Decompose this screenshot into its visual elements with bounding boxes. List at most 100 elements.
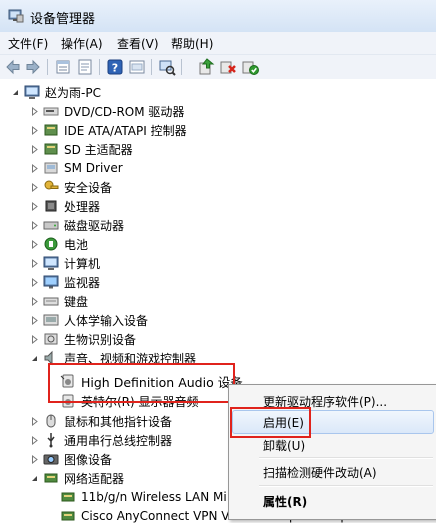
tree-item-label: 监视器 xyxy=(64,275,101,290)
expand-arrow-icon[interactable] xyxy=(30,334,39,344)
collapse-arrow-icon[interactable] xyxy=(30,354,39,363)
expand-arrow-icon[interactable] xyxy=(30,182,39,192)
menu-separator xyxy=(259,457,433,459)
expand-arrow-icon[interactable] xyxy=(30,454,39,464)
mouse-icon xyxy=(46,414,56,428)
tree-item-label: SM Driver xyxy=(64,161,123,175)
menu-bar: 文件(F) 操作(A) 查看(V) 帮助(H) xyxy=(0,32,436,54)
tree-item-network[interactable]: 网络适配器 xyxy=(30,469,124,487)
toolbar-separator xyxy=(181,59,182,75)
tree-item-label: 网络适配器 xyxy=(64,471,125,486)
view-icon[interactable] xyxy=(54,58,72,76)
expand-arrow-icon[interactable] xyxy=(30,201,39,211)
expand-arrow-icon[interactable] xyxy=(30,125,39,135)
tree-item-label: 键盘 xyxy=(64,294,89,309)
tree-item-biometric[interactable]: 生物识别设备 xyxy=(30,330,136,348)
expand-arrow-icon[interactable] xyxy=(30,106,39,116)
toolbar: ? xyxy=(0,54,436,80)
tree-root[interactable]: 赵为雨-PC xyxy=(11,83,101,101)
expand-arrow-icon[interactable] xyxy=(30,163,39,173)
show-hidden-icon[interactable] xyxy=(128,58,146,76)
hid-icon xyxy=(43,314,59,326)
tree-item-battery[interactable]: 电池 xyxy=(30,235,88,253)
tree-item-label: 生物识别设备 xyxy=(64,332,137,347)
menu-help[interactable]: 帮助(H) xyxy=(171,35,213,52)
forward-icon[interactable] xyxy=(24,58,42,76)
tree-item-dvd[interactable]: DVD/CD-ROM 驱动器 xyxy=(30,102,184,120)
tree-item-security[interactable]: 安全设备 xyxy=(30,178,112,196)
menu-item-scan[interactable]: 扫描检测硬件改动(A) xyxy=(263,464,377,481)
dvd-icon xyxy=(43,107,59,116)
tree-item-mouse[interactable]: 鼠标和其他指针设备 xyxy=(30,412,172,430)
tree-item-label: DVD/CD-ROM 驱动器 xyxy=(64,104,185,119)
biometric-icon xyxy=(44,333,58,345)
toolbar-separator xyxy=(99,59,100,75)
tree-item-sm-driver[interactable]: SM Driver xyxy=(30,159,123,177)
expand-arrow-icon[interactable] xyxy=(30,435,39,445)
menu-action[interactable]: 操作(A) xyxy=(61,35,103,52)
tree-item-usb[interactable]: 通用串行总线控制器 xyxy=(30,431,172,449)
tree-item-label: 处理器 xyxy=(64,199,101,214)
collapse-arrow-icon[interactable] xyxy=(11,88,20,97)
tree-item-ide[interactable]: IDE ATA/ATAPI 控制器 xyxy=(30,121,187,139)
svg-text:?: ? xyxy=(112,62,118,75)
expand-arrow-icon[interactable] xyxy=(30,144,39,154)
ide-icon xyxy=(44,124,58,136)
title-bar: 设备管理器 xyxy=(0,0,436,32)
menu-file[interactable]: 文件(F) xyxy=(8,35,48,52)
scan-icon[interactable] xyxy=(158,58,176,76)
tree-item-label: SD 主适配器 xyxy=(64,142,133,157)
highlight-box-hd-audio xyxy=(48,363,235,403)
tree-item-computer[interactable]: 计算机 xyxy=(30,254,100,272)
update-driver-icon[interactable] xyxy=(197,58,215,76)
camera-icon xyxy=(43,454,59,465)
cpu-icon xyxy=(45,200,57,212)
help-icon[interactable]: ? xyxy=(106,58,124,76)
menu-item-properties[interactable]: 属性(R) xyxy=(263,493,307,510)
disk-icon xyxy=(43,221,59,230)
tree-item-cpu[interactable]: 处理器 xyxy=(30,197,100,215)
expand-arrow-icon[interactable] xyxy=(30,258,39,268)
tree-item-label: 图像设备 xyxy=(64,452,113,467)
expand-arrow-icon[interactable] xyxy=(30,220,39,230)
tree-item-label: 人体学输入设备 xyxy=(64,313,149,328)
tree-item-sd[interactable]: SD 主适配器 xyxy=(30,140,133,158)
tree-item-label: 通用串行总线控制器 xyxy=(64,433,173,448)
tree-item-label: 计算机 xyxy=(64,256,101,271)
security-icon xyxy=(44,180,59,190)
tree-item-wireless[interactable]: 11b/g/n Wireless LAN Mi xyxy=(60,488,227,506)
tree-item-keyboard[interactable]: 键盘 xyxy=(30,292,88,310)
expand-arrow-icon[interactable] xyxy=(30,277,39,287)
collapse-arrow-icon[interactable] xyxy=(30,474,39,483)
usb-icon xyxy=(47,433,55,448)
properties-icon[interactable] xyxy=(76,58,94,76)
computer-name: 赵为雨-PC xyxy=(45,85,101,100)
tree-item-disk[interactable]: 磁盘驱动器 xyxy=(30,216,124,234)
battery-icon xyxy=(44,237,58,251)
keyboard-icon xyxy=(43,297,59,306)
toolbar-separator xyxy=(151,59,152,75)
highlight-box-enable xyxy=(230,407,311,438)
context-menu: 更新驱动程序软件(P)... 启用(E) 卸载(U) 扫描检测硬件改动(A) 属… xyxy=(228,384,436,520)
tree-item-monitor[interactable]: 监视器 xyxy=(30,273,100,291)
window-title: 设备管理器 xyxy=(30,12,96,27)
tree-item-label: 鼠标和其他指针设备 xyxy=(64,414,173,429)
enable-icon[interactable] xyxy=(241,58,259,76)
expand-arrow-icon[interactable] xyxy=(30,416,39,426)
tree-item-imaging[interactable]: 图像设备 xyxy=(30,450,112,468)
menu-view[interactable]: 查看(V) xyxy=(117,35,159,52)
tree-item-label: 11b/g/n Wireless LAN Mi xyxy=(81,490,227,504)
tree-item-label: IDE ATA/ATAPI 控制器 xyxy=(64,123,187,138)
expand-arrow-icon[interactable] xyxy=(30,239,39,249)
nic-icon xyxy=(61,511,75,521)
menu-separator xyxy=(259,485,433,487)
uninstall-icon[interactable] xyxy=(219,58,237,76)
sd-icon xyxy=(44,143,58,155)
network-icon xyxy=(44,473,58,483)
expand-arrow-icon[interactable] xyxy=(30,296,39,306)
menu-item-uninstall[interactable]: 卸载(U) xyxy=(263,437,305,454)
tree-item-hid[interactable]: 人体学输入设备 xyxy=(30,311,148,329)
expand-arrow-icon[interactable] xyxy=(30,315,39,325)
device-manager-icon xyxy=(8,9,24,23)
back-icon[interactable] xyxy=(4,58,22,76)
